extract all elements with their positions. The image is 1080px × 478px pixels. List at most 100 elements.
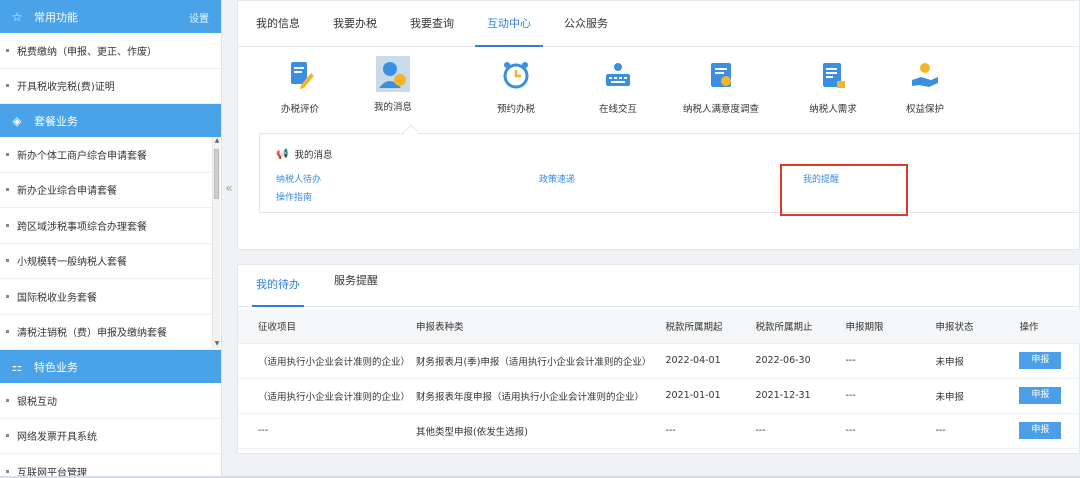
- bullet-icon: [6, 259, 9, 263]
- cell: ---: [831, 378, 922, 414]
- package-scrollbar[interactable]: ▲ ▼: [212, 137, 220, 348]
- sidebar-item-label: 网络发票开具系统: [17, 432, 97, 444]
- cell: 2021-01-01: [651, 378, 742, 414]
- feature-online-interaction[interactable]: 在线交互: [573, 59, 663, 115]
- feature-label: 办税评价: [280, 104, 319, 115]
- cell-action: 申报: [1009, 413, 1080, 449]
- col-header: 操作: [1009, 310, 1080, 344]
- feature-tax-evaluation[interactable]: 办税评价: [255, 59, 345, 115]
- declare-button[interactable]: 申报: [1019, 387, 1062, 404]
- table-row: （适用执行小企业会计准则的企业） 财务报表月(季)申报（适用执行小企业会计准则的…: [238, 343, 1080, 379]
- request-doc-icon: [817, 59, 849, 91]
- user-message-icon: [376, 56, 410, 92]
- scroll-thumb[interactable]: [214, 149, 219, 199]
- sidebar-item-label: 税费缴纳（申报、更正、作废）: [17, 46, 157, 58]
- bullet-icon: [6, 84, 9, 88]
- link-taxpayer-todo[interactable]: 纳税人待办: [276, 172, 321, 185]
- cell: ---: [831, 343, 922, 379]
- sidebar-item-label: 开具税收完税(费)证明: [17, 82, 115, 94]
- feature-label: 在线交互: [598, 104, 637, 115]
- grid-icon: ⚏: [11, 359, 23, 374]
- layers-icon: ◈: [12, 113, 22, 128]
- feature-rights-protection[interactable]: 权益保护: [880, 59, 970, 115]
- cell: 2022-04-01: [651, 343, 742, 379]
- edit-doc-icon: [284, 59, 316, 91]
- sidebar-item-tax-certificate[interactable]: 开具税收完税(费)证明: [0, 68, 221, 104]
- feature-label: 纳税人需求: [809, 104, 857, 115]
- tab-public-service[interactable]: 公众服务: [552, 1, 620, 46]
- section-title: 套餐业务: [34, 114, 78, 128]
- sidebar-item-package[interactable]: 新办企业综合申请套餐: [0, 172, 221, 208]
- star-icon: ☆: [11, 9, 23, 24]
- sidebar-item-label: 银税互动: [17, 396, 57, 408]
- scroll-down-icon[interactable]: ▼: [213, 340, 221, 348]
- cell: 其他类型申报(依发生选报): [410, 413, 652, 449]
- section-title: 特色业务: [34, 360, 78, 374]
- sidebar-item-label: 国际税收业务套餐: [17, 292, 97, 304]
- link-operation-guide[interactable]: 操作指南: [276, 190, 312, 203]
- cell: （适用执行小企业会计准则的企业）: [238, 378, 411, 414]
- sidebar-item-package[interactable]: 国际税收业务套餐: [0, 279, 221, 315]
- feature-appointment[interactable]: 预约办税: [471, 59, 561, 115]
- sidebar-item-tax-payment[interactable]: 税费缴纳（申报、更正、作废）: [0, 33, 221, 69]
- tab-my-todo[interactable]: 我的待办: [252, 265, 304, 307]
- package-list: 新办个体工商户综合申请套餐 新办企业综合申请套餐 跨区域涉税事项综合办理套餐 小…: [0, 137, 221, 350]
- tab-query[interactable]: 我要查询: [398, 1, 466, 46]
- sidebar-item-label: 新办企业综合申请套餐: [17, 186, 117, 198]
- bullet-icon: [6, 398, 9, 402]
- bullet-icon: [6, 434, 9, 438]
- todo-table: 征收项目 申报表种类 税款所属期起 税款所属期止 申报期限 申报状态 操作 （适…: [238, 310, 1080, 449]
- bullet-icon: [6, 188, 9, 192]
- sidebar-item-special[interactable]: 网络发票开具系统: [0, 418, 221, 454]
- my-messages-panel: 📢 我的消息 纳税人待办 政策速递 我的提醒 操作指南: [259, 124, 1080, 213]
- sidebar-item-label: 新办个体工商户综合申请套餐: [17, 150, 147, 162]
- sidebar-item-package[interactable]: 小规模转一般纳税人套餐: [0, 243, 221, 279]
- settings-link[interactable]: 设置: [189, 10, 209, 25]
- main-tabs: 我的信息 我要办税 我要查询 互动中心 公众服务: [238, 1, 1079, 47]
- scroll-up-icon[interactable]: ▲: [213, 137, 221, 145]
- tab-tax-handling[interactable]: 我要办税: [321, 1, 389, 46]
- cell: 2021-12-31: [741, 378, 832, 414]
- highlight-box-reminder: [780, 164, 908, 216]
- tab-service-reminder[interactable]: 服务提醒: [334, 261, 378, 301]
- feature-my-messages[interactable]: 我的消息: [348, 56, 438, 113]
- declare-button[interactable]: 申报: [1019, 422, 1062, 439]
- feature-satisfaction-survey[interactable]: 纳税人满意度调查: [676, 59, 766, 115]
- sidebar-item-package[interactable]: 清税注销税（费）申报及缴纳套餐: [0, 314, 221, 350]
- sidebar-item-package[interactable]: 跨区域涉税事项综合办理套餐: [0, 208, 221, 244]
- sidebar-section-common[interactable]: ☆ 常用功能 设置: [0, 0, 221, 33]
- sidebar: ☆ 常用功能 设置 税费缴纳（申报、更正、作废） 开具税收完税(费)证明 ◈ 套…: [0, 0, 222, 478]
- feature-taxpayer-needs[interactable]: 纳税人需求: [788, 59, 878, 115]
- sidebar-item-label: 小规模转一般纳税人套餐: [17, 257, 127, 269]
- table-row: --- 其他类型申报(依发生选报) --- --- --- --- 申报: [238, 413, 1080, 449]
- hand-protect-icon: [909, 59, 941, 91]
- interaction-center-panel: 我的信息 我要办税 我要查询 互动中心 公众服务 办税评价 我的消息 预约办税: [237, 0, 1080, 250]
- tab-interaction-center[interactable]: 互动中心: [475, 1, 543, 47]
- sidebar-item-package[interactable]: 新办个体工商户综合申请套餐: [0, 137, 221, 173]
- sidebar-item-special[interactable]: 互联网平台管理: [0, 454, 221, 478]
- tab-my-info[interactable]: 我的信息: [244, 1, 312, 46]
- link-policy-express[interactable]: 政策速递: [539, 172, 575, 185]
- keyboard-icon: [602, 59, 634, 91]
- cell: ---: [921, 413, 1010, 449]
- col-header: 征收项目: [238, 310, 411, 344]
- panel-caret: [402, 124, 420, 142]
- table-header-row: 征收项目 申报表种类 税款所属期起 税款所属期止 申报期限 申报状态 操作: [238, 310, 1080, 344]
- feature-label: 纳税人满意度调查: [682, 104, 759, 115]
- col-header: 申报期限: [831, 310, 922, 344]
- cell: ---: [741, 413, 832, 449]
- cell: 财务报表月(季)申报（适用执行小企业会计准则的企业）: [410, 343, 652, 379]
- declare-button[interactable]: 申报: [1019, 352, 1062, 369]
- sidebar-section-package[interactable]: ◈ 套餐业务: [0, 104, 221, 137]
- cell: 财务报表年度申报（适用执行小企业会计准则的企业）: [410, 378, 652, 414]
- sidebar-section-special[interactable]: ⚏ 特色业务: [0, 350, 221, 383]
- megaphone-icon: 📢: [276, 148, 289, 160]
- feature-label: 我的消息: [373, 102, 412, 113]
- sidebar-item-special[interactable]: 银税互动: [0, 383, 221, 419]
- cell: （适用执行小企业会计准则的企业）: [238, 343, 411, 379]
- collapse-sidebar-icon[interactable]: «: [222, 168, 236, 208]
- table-row: （适用执行小企业会计准则的企业） 财务报表年度申报（适用执行小企业会计准则的企业…: [238, 378, 1080, 414]
- survey-icon: [705, 59, 737, 91]
- cell: 未申报: [921, 378, 1010, 414]
- sidebar-item-label: 清税注销税（费）申报及缴纳套餐: [17, 328, 167, 340]
